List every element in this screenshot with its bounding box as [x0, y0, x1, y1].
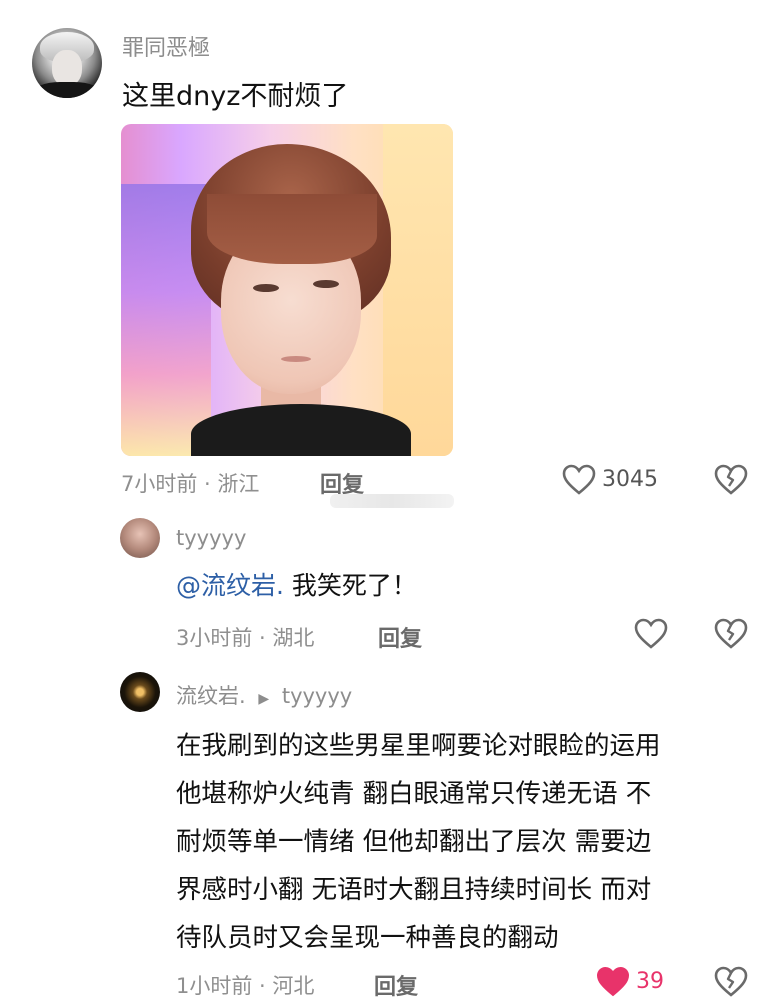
reply-text-line: 耐烦等单一情绪 但他却翻出了层次 需要边	[176, 827, 652, 857]
avatar[interactable]	[32, 28, 102, 98]
reply-text-line: 界感时小翻 无语时大翻且持续时间长 而对	[176, 875, 652, 905]
heart-icon[interactable]	[596, 966, 630, 998]
reply-button[interactable]: 回复	[378, 621, 422, 653]
broken-heart-icon[interactable]	[714, 618, 748, 650]
reply-meta: 1小时前 · 河北	[176, 974, 315, 998]
reply-text-line: 在我刷到的这些男星里啊要论对眼睑的运用	[176, 731, 661, 761]
reply-text-line: 他堪称炉火纯青 翻白眼通常只传递无语 不	[176, 779, 652, 809]
broken-heart-icon[interactable]	[714, 464, 748, 496]
reply-to-username[interactable]: tyyyyy	[282, 684, 352, 708]
reply-body: 我笑死了！	[283, 571, 417, 600]
comment-username[interactable]: 罪同恶極	[122, 30, 210, 62]
heart-icon[interactable]	[634, 618, 668, 650]
like-count: 3045	[602, 467, 658, 492]
reply-username[interactable]: tyyyyy	[176, 526, 246, 550]
reply-username[interactable]: 流纹岩.	[176, 684, 246, 708]
reply-header: 流纹岩. ▶ tyyyyy	[176, 680, 352, 710]
reply-arrow-icon: ▶	[258, 691, 270, 707]
comment-text: 这里dnyz不耐烦了	[122, 81, 349, 112]
reply-meta: 3小时前 · 湖北	[176, 626, 315, 650]
avatar[interactable]	[120, 518, 160, 558]
like-count: 39	[636, 969, 664, 994]
reply-text: 在我刷到的这些男星里啊要论对眼睑的运用 他堪称炉火纯青 翻白眼通常只传递无语 不…	[176, 722, 746, 962]
comment-meta: 7小时前 · 浙江	[121, 472, 260, 496]
reply-text: @流纹岩. 我笑死了！	[176, 566, 417, 602]
blurred-strip	[330, 494, 454, 508]
mention-link[interactable]: @流纹岩.	[176, 571, 284, 600]
broken-heart-icon[interactable]	[714, 966, 748, 998]
reply-button[interactable]: 回复	[374, 969, 418, 1001]
reply-text-line: 待队员时又会呈现一种善良的翻动	[176, 923, 559, 953]
avatar[interactable]	[120, 672, 160, 712]
comment-image[interactable]	[121, 124, 453, 456]
heart-icon[interactable]	[562, 464, 596, 496]
